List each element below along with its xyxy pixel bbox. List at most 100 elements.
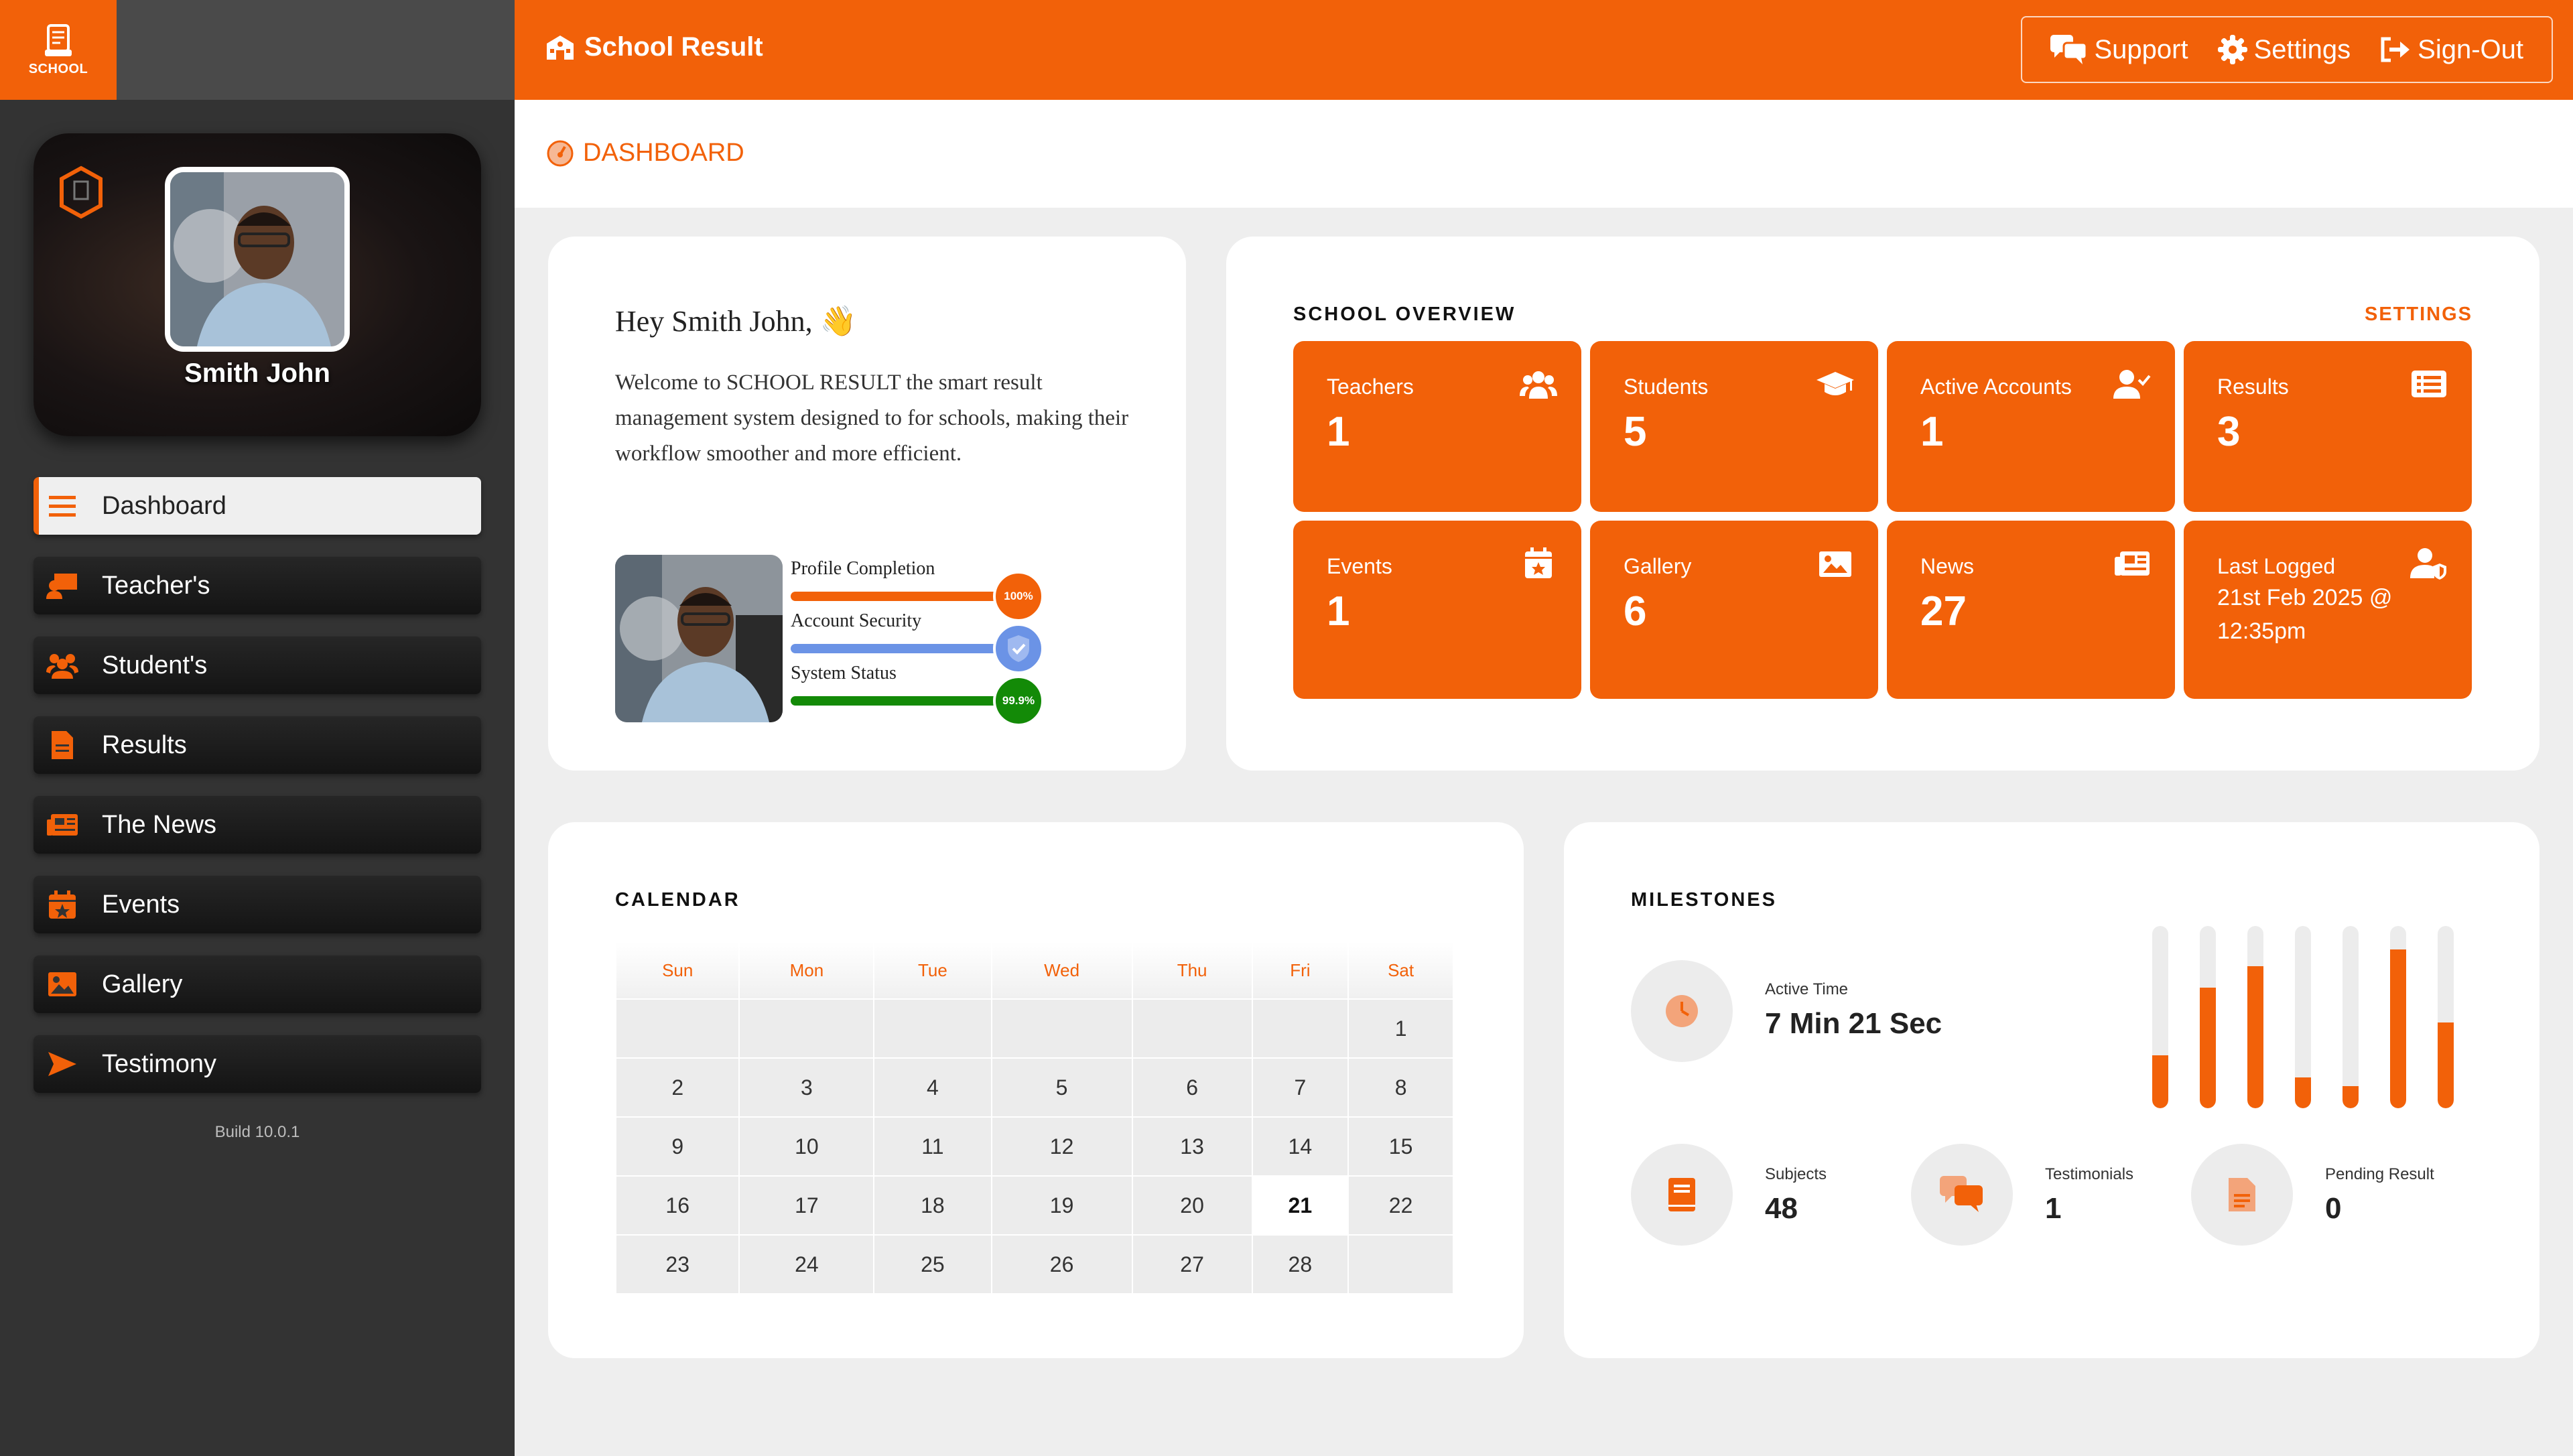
image-icon	[1819, 551, 1851, 577]
calendar-day-today[interactable]: 21	[1251, 1175, 1349, 1236]
calendar-day[interactable]: 6	[1131, 1057, 1253, 1118]
calendar-week-row: 23 24 25 26 27 28	[614, 1234, 1454, 1295]
activity-bar	[2295, 926, 2311, 1108]
calendar-day[interactable]: 10	[738, 1116, 875, 1177]
calendar-day[interactable]: 9	[614, 1116, 740, 1177]
document-icon	[46, 728, 79, 762]
calendar-day[interactable]: 22	[1347, 1175, 1454, 1236]
calendar-day[interactable]: 18	[873, 1175, 992, 1236]
sidebar-nav: Dashboard Teacher's Student's Results Th…	[34, 477, 481, 1115]
top-actions: Support Settings Sign-Out	[2020, 16, 2553, 83]
calendar-day[interactable]: 28	[1251, 1234, 1349, 1295]
system-status-bar	[791, 696, 1012, 706]
sidebar-item-label: Events	[102, 890, 180, 919]
welcome-message: Welcome to SCHOOL RESULT the smart resul…	[615, 371, 1129, 466]
sidebar-item-events[interactable]: Events	[34, 876, 481, 933]
user-check-icon	[2113, 370, 2151, 399]
calendar-day[interactable]: 5	[990, 1057, 1133, 1118]
activity-bar-fill	[2247, 966, 2263, 1108]
sign-out-button[interactable]: Sign-Out	[2380, 35, 2523, 65]
calendar-star-icon	[1525, 547, 1552, 578]
tile-students[interactable]: Students 5	[1590, 341, 1878, 512]
calendar-day[interactable]: 12	[990, 1116, 1133, 1177]
sidebar-item-news[interactable]: The News	[34, 796, 481, 854]
calendar-week-row: 2 3 4 5 6 7 8	[614, 1057, 1454, 1118]
calendar-day[interactable]: 17	[738, 1175, 875, 1236]
tile-events[interactable]: Events 1	[1293, 521, 1581, 699]
calendar-day[interactable]: 20	[1131, 1175, 1253, 1236]
activity-bar	[2438, 926, 2454, 1108]
brand-logo[interactable]: SCHOOL	[0, 0, 117, 100]
settings-label: Settings	[2253, 34, 2351, 64]
calendar-day[interactable]	[990, 998, 1133, 1059]
overview-title: SCHOOL OVERVIEW	[1293, 304, 1516, 325]
app-title-text: School Result	[584, 32, 763, 62]
sidebar-item-dashboard[interactable]: Dashboard	[34, 477, 481, 535]
overview-settings-link[interactable]: SETTINGS	[2365, 304, 2472, 326]
weekday-header: Thu	[1131, 941, 1253, 1000]
sidebar-item-testimony[interactable]: Testimony	[34, 1035, 481, 1093]
calendar-day[interactable]: 1	[1347, 998, 1454, 1059]
breadcrumb[interactable]: DASHBOARD	[547, 139, 744, 168]
list-icon	[2412, 371, 2446, 397]
calendar-day[interactable]: 3	[738, 1057, 875, 1118]
calendar-day[interactable]	[614, 998, 740, 1059]
tile-label: Events	[1327, 554, 1392, 578]
calendar-day[interactable]: 13	[1131, 1116, 1253, 1177]
book-icon	[1668, 1178, 1695, 1211]
status-system: System Status 99.9%	[791, 663, 1044, 726]
image-icon	[46, 968, 79, 1001]
calendar-day[interactable]: 14	[1251, 1116, 1349, 1177]
calendar-day[interactable]: 15	[1347, 1116, 1454, 1177]
calendar-day[interactable]: 26	[990, 1234, 1133, 1295]
calendar-day[interactable]: 23	[614, 1234, 740, 1295]
tile-last-logged[interactable]: Last Logged 21st Feb 2025 @ 12:35pm	[2184, 521, 2472, 699]
subjects-value: 48	[1765, 1192, 1798, 1225]
calendar-day[interactable]: 25	[873, 1234, 992, 1295]
active-time-label: Active Time	[1765, 980, 1849, 998]
tile-news[interactable]: News 27	[1887, 521, 2175, 699]
sidebar-item-results[interactable]: Results	[34, 716, 481, 774]
tile-active-accounts[interactable]: Active Accounts 1	[1887, 341, 2175, 512]
calendar-day[interactable]: 24	[738, 1234, 875, 1295]
calendar-day[interactable]: 27	[1131, 1234, 1253, 1295]
calendar-day[interactable]	[1347, 1234, 1454, 1295]
tile-value: 3	[2217, 409, 2241, 455]
calendar-day[interactable]: 16	[614, 1175, 740, 1236]
profile-avatar[interactable]	[165, 167, 350, 352]
sidebar: SCHOOL Smith John Dashboard Teacher's St…	[0, 0, 515, 1456]
calendar-day[interactable]	[873, 998, 992, 1059]
settings-button[interactable]: Settings	[2217, 34, 2351, 65]
app-title[interactable]: School Result	[544, 32, 763, 62]
sidebar-item-students[interactable]: Student's	[34, 637, 481, 694]
calendar-title: CALENDAR	[615, 889, 740, 911]
tile-value: 27	[1920, 588, 1967, 635]
sidebar-item-label: Gallery	[102, 970, 183, 998]
calendar-day[interactable]: 8	[1347, 1057, 1454, 1118]
calendar-day[interactable]: 11	[873, 1116, 992, 1177]
weekday-header: Fri	[1251, 941, 1349, 1000]
school-logo-icon	[45, 24, 72, 56]
sidebar-item-teachers[interactable]: Teacher's	[34, 557, 481, 614]
tile-label: Last Logged	[2217, 554, 2336, 578]
calendar-day[interactable]: 19	[990, 1175, 1133, 1236]
calendar-day[interactable]	[738, 998, 875, 1059]
calendar-day[interactable]: 4	[873, 1057, 992, 1118]
dashboard-gauge-icon	[547, 140, 574, 166]
profile-completion-bar	[791, 592, 1012, 601]
weekday-header: Mon	[738, 941, 875, 1000]
active-time-badge	[1631, 960, 1733, 1062]
calendar-day[interactable]: 7	[1251, 1057, 1349, 1118]
support-button[interactable]: Support	[2050, 35, 2188, 65]
tile-gallery[interactable]: Gallery 6	[1590, 521, 1878, 699]
calendar-day[interactable]	[1251, 998, 1349, 1059]
pending-result-label: Pending Result	[2325, 1165, 2434, 1183]
weekday-header: Sun	[614, 941, 740, 1000]
tile-results[interactable]: Results 3	[2184, 341, 2472, 512]
school-emblem-icon	[60, 166, 103, 219]
calendar-day[interactable]: 2	[614, 1057, 740, 1118]
testimonials-badge	[1911, 1144, 2013, 1246]
sidebar-item-gallery[interactable]: Gallery	[34, 955, 481, 1013]
calendar-day[interactable]	[1131, 998, 1253, 1059]
tile-teachers[interactable]: Teachers 1	[1293, 341, 1581, 512]
